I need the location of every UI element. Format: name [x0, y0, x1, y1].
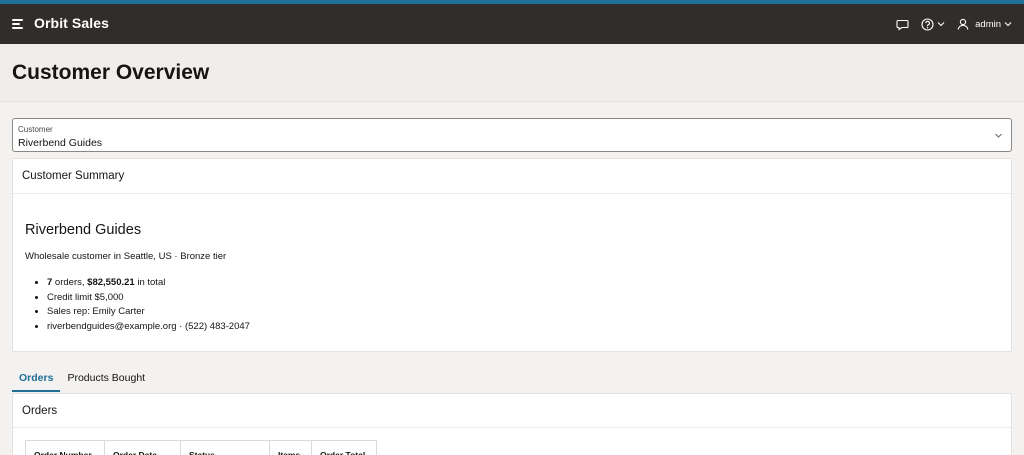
orders-card: Orders Order Number Order Date Status It… — [12, 393, 1012, 455]
customer-summary-heading: Customer Summary — [13, 159, 1011, 194]
top-navigation-bar: Orbit Sales admin — [0, 4, 1024, 44]
app-title[interactable]: Orbit Sales — [34, 15, 109, 31]
column-header-status[interactable]: Status — [180, 440, 270, 455]
tab-products-bought[interactable]: Products Bought — [60, 366, 152, 392]
customer-description: Wholesale customer in Seattle, US · Bron… — [25, 251, 227, 262]
contact-info: riverbendguides@example.org · (522) 483-… — [47, 320, 250, 335]
column-header-order-total[interactable]: Order Total — [311, 440, 377, 455]
user-menu-button[interactable]: admin — [957, 18, 1012, 30]
chevron-down-icon — [995, 133, 1002, 138]
detail-tabs: Orders Products Bought — [12, 366, 152, 392]
tab-orders[interactable]: Orders — [12, 366, 61, 392]
customer-select-label: Customer — [18, 125, 53, 134]
chevron-down-icon — [1004, 22, 1012, 27]
menu-icon-line — [12, 27, 23, 29]
help-menu-button[interactable] — [921, 17, 945, 31]
orders-fact: 7 orders, $82,550.21 in total — [47, 276, 250, 291]
menu-icon-line — [12, 23, 20, 25]
user-name: admin — [975, 18, 1001, 30]
feedback-button[interactable] — [896, 18, 909, 31]
orders-heading: Orders — [13, 394, 1011, 428]
orders-text: orders, — [52, 277, 88, 288]
customer-name: Riverbend Guides — [25, 222, 142, 238]
orders-header-row: Order Number Order Date Status Items Ord… — [25, 440, 377, 455]
customer-select[interactable]: Customer Riverbend Guides — [12, 118, 1012, 152]
chat-bubble-icon — [896, 19, 909, 31]
orders-table: Order Number Order Date Status Items Ord… — [25, 440, 377, 455]
menu-icon — [12, 19, 23, 21]
user-icon — [957, 18, 969, 30]
customer-summary-card: Customer Summary Riverbend Guides Wholes… — [12, 158, 1012, 352]
column-header-items[interactable]: Items — [269, 440, 312, 455]
page-title-region: Customer Overview — [0, 44, 1024, 102]
menu-toggle-button[interactable] — [9, 14, 29, 34]
customer-select-value: Riverbend Guides — [18, 137, 103, 149]
total-suffix: in total — [134, 277, 166, 288]
sales-rep: Sales rep: Emily Carter — [47, 305, 250, 320]
orders-total: $82,550.21 — [87, 277, 135, 288]
help-icon — [921, 17, 934, 31]
chevron-down-icon — [937, 22, 945, 27]
customer-facts-list: 7 orders, $82,550.21 in total Credit lim… — [47, 276, 250, 334]
column-header-order-date[interactable]: Order Date — [104, 440, 181, 455]
header-actions: admin — [896, 13, 1012, 35]
page-title: Customer Overview — [12, 61, 210, 84]
credit-limit: Credit limit $5,000 — [47, 291, 250, 306]
column-header-order-number[interactable]: Order Number — [25, 440, 105, 455]
